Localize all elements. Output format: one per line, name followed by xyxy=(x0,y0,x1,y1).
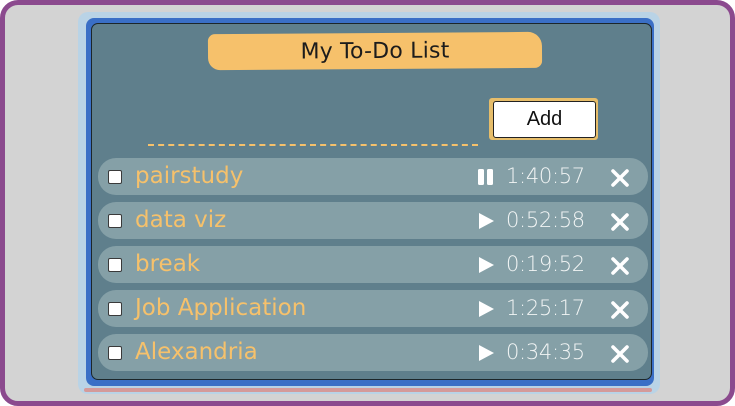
task-name: pairstudy xyxy=(135,163,244,189)
card-shadow xyxy=(84,388,652,392)
task-checkbox[interactable] xyxy=(108,170,122,184)
task-timer: 0:52:58 xyxy=(506,208,585,232)
close-icon[interactable] xyxy=(610,256,630,276)
task-checkbox[interactable] xyxy=(108,346,122,360)
task-row: pairstudy 1:40:57 xyxy=(98,158,648,195)
task-timer: 1:40:57 xyxy=(506,164,585,188)
task-name: Job Application xyxy=(135,295,307,321)
close-icon[interactable] xyxy=(610,168,630,188)
task-input[interactable] xyxy=(148,110,478,146)
task-checkbox[interactable] xyxy=(108,214,122,228)
pause-icon[interactable] xyxy=(476,168,496,186)
task-timer: 0:19:52 xyxy=(506,252,585,276)
task-timer: 1:25:17 xyxy=(506,296,585,320)
close-icon[interactable] xyxy=(610,344,630,364)
task-row: data viz 0:52:58 xyxy=(98,202,648,239)
play-icon[interactable] xyxy=(476,212,496,230)
play-icon[interactable] xyxy=(476,256,496,274)
play-icon[interactable] xyxy=(476,344,496,362)
task-name: data viz xyxy=(135,207,227,233)
task-name: break xyxy=(135,251,201,277)
page-title: My To-Do List xyxy=(207,31,543,71)
add-button[interactable]: Add xyxy=(493,101,596,138)
task-row: break 0:19:52 xyxy=(98,246,648,283)
task-row: Alexandria 0:34:35 xyxy=(98,334,648,371)
task-row: Job Application 1:25:17 xyxy=(98,290,648,327)
task-checkbox[interactable] xyxy=(108,302,122,316)
task-checkbox[interactable] xyxy=(108,258,122,272)
play-icon[interactable] xyxy=(476,300,496,318)
task-name: Alexandria xyxy=(135,339,258,365)
close-icon[interactable] xyxy=(610,300,630,320)
task-timer: 0:34:35 xyxy=(506,340,585,364)
task-list: pairstudy 1:40:57 data viz 0:52:58 break… xyxy=(98,158,648,378)
close-icon[interactable] xyxy=(610,212,630,232)
